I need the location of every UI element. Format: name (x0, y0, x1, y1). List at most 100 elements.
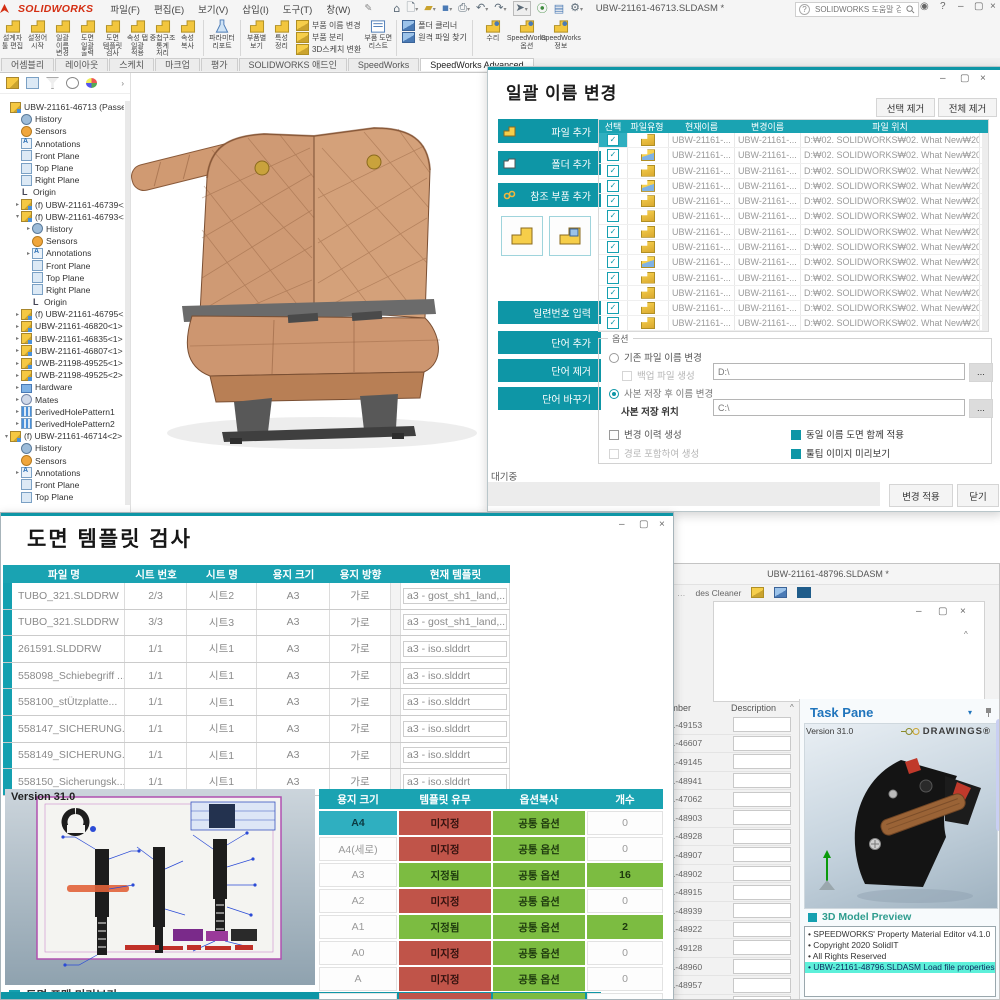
ribbon-tab[interactable]: 레이아웃 (55, 58, 108, 71)
appearances-icon[interactable] (86, 78, 97, 88)
table-row[interactable]: A2 미지정 공통 옵션 0 (319, 889, 663, 913)
description-cell[interactable] (733, 792, 791, 807)
template-status-cell[interactable]: 지정됨 (399, 915, 491, 939)
paper-size-cell[interactable]: A (319, 967, 397, 991)
undo-icon[interactable]: ↶▾ (476, 2, 488, 15)
description-cell[interactable] (733, 959, 791, 974)
configuration-icon[interactable] (46, 77, 59, 89)
mini-scrollbar[interactable] (391, 636, 401, 662)
paper-size-cell[interactable]: A1 (319, 915, 397, 939)
ribbon-button[interactable]: 특성 정리 (269, 19, 294, 50)
close-icon[interactable]: × (960, 606, 966, 617)
tree-item[interactable]: ▸ Annotations (0, 467, 124, 479)
table-row[interactable]: 161-48915 (673, 883, 791, 902)
table-row[interactable]: 161-48902 (673, 865, 791, 884)
table-row[interactable]: ✓ UBW-21161-... UBW-21161-... D:₩02. SOL… (599, 301, 988, 316)
menu-item[interactable]: 도구(T) (276, 2, 320, 16)
table-row[interactable]: TUBO_321.SLDDRW 2/3 시트2 A3 가로 a3 - gost_… (3, 583, 510, 610)
model-preview-area[interactable] (804, 723, 998, 909)
mini-scrollbar[interactable] (391, 689, 401, 715)
maximize-icon[interactable]: ▢ (960, 73, 969, 84)
add-referenced-parts-button[interactable]: 참조 부품 추가 (498, 183, 601, 207)
row-checkbox[interactable]: ✓ (607, 256, 619, 268)
rename-existing-radio[interactable]: 기존 파일 이름 변경 (609, 350, 702, 364)
ribbon-button[interactable]: 도면 일괄 출력 (75, 19, 100, 58)
ribbon-tab[interactable]: 평가 (201, 58, 238, 71)
template-status-cell[interactable]: 미지정 (399, 967, 491, 991)
radio-icon[interactable] (609, 353, 619, 363)
paper-size-cell[interactable]: A0 (319, 941, 397, 965)
ribbon-stack-button[interactable]: 3D스케치 변환 (296, 44, 361, 55)
tree-item[interactable]: Front Plane (0, 259, 124, 271)
tree-item[interactable]: ▸ Hardware (0, 381, 124, 393)
table-row[interactable]: ✓ UBW-21161-... UBW-21161-... D:₩02. SOL… (599, 316, 988, 331)
mini-scrollbar[interactable] (391, 663, 401, 689)
performance-icon[interactable]: ⦿ (537, 3, 548, 14)
close-icon[interactable]: × (659, 519, 665, 530)
table-row[interactable]: ✓ UBW-21161-... UBW-21161-... D:₩02. SOL… (599, 209, 988, 224)
description-cell[interactable] (733, 829, 791, 844)
remove-word-button[interactable]: 단어 제거 (498, 359, 601, 382)
property-manager-icon[interactable] (26, 77, 39, 89)
tree-item[interactable]: ▾ (f) UBW-21161-46714<2> (Arm (0, 430, 124, 442)
expand-arrow-icon[interactable]: ▸ (14, 323, 21, 330)
expand-arrow-icon[interactable]: ▾ (14, 213, 21, 220)
table-row[interactable]: ✓ UBW-21161-... UBW-21161-... D:₩02. SOL… (599, 179, 988, 194)
menu-item[interactable]: 삽입(I) (235, 2, 275, 16)
close-icon[interactable]: × (980, 73, 986, 84)
close-icon[interactable]: × (990, 1, 996, 12)
option-copy-cell[interactable]: 공통 옵션 (493, 837, 585, 861)
description-cell[interactable] (733, 885, 791, 900)
paper-size-cell[interactable]: A(세로) (319, 993, 397, 1000)
tool-icon[interactable] (797, 587, 811, 598)
mini-scrollbar[interactable] (391, 583, 401, 609)
help-search-input[interactable] (813, 4, 903, 15)
table-row[interactable]: 161-48928 (673, 828, 791, 847)
description-cell[interactable] (733, 940, 791, 955)
option-copy-cell[interactable]: 공통 옵션 (493, 941, 585, 965)
include-path-checkbox[interactable]: 경로 포함하여 생성 (609, 446, 699, 460)
minimize-icon[interactable]: – (916, 606, 922, 617)
table-row[interactable]: 161-49128 (673, 939, 791, 958)
table-row[interactable]: ✓ UBW-21161-... UBW-21161-... D:₩02. SOL… (599, 286, 988, 301)
redo-icon[interactable]: ↷▾ (494, 2, 506, 15)
row-checkbox[interactable]: ✓ (607, 210, 619, 222)
mini-scrollbar[interactable] (391, 610, 401, 636)
ribbon-button[interactable]: 속성 탭 일괄 적용 (125, 19, 150, 58)
tree-item[interactable]: Front Plane (0, 150, 124, 162)
expand-arrow-icon[interactable]: ▸ (14, 201, 21, 208)
expand-arrow-icon[interactable]: ▸ (14, 347, 21, 354)
description-cell[interactable] (733, 810, 791, 825)
mini-scrollbar[interactable] (391, 743, 401, 769)
description-cell[interactable] (733, 996, 791, 1000)
menu-item[interactable]: 창(W) (319, 2, 357, 16)
minimize-icon[interactable]: – (619, 519, 625, 530)
table-row[interactable]: 558147_SICHERUNG... 1/1 시트1 A3 가로 a3 - i… (3, 716, 510, 743)
checkbox-icon[interactable] (609, 430, 619, 440)
add-folder-button[interactable]: 폴더 추가 (498, 151, 601, 175)
browse-copy-button[interactable]: ... (969, 399, 993, 418)
table-row[interactable]: ✓ UBW-21161-... UBW-21161-... D:₩02. SOL… (599, 225, 988, 240)
seat-3d-model[interactable] (122, 78, 494, 490)
backup-path-input[interactable]: D:\ (713, 363, 965, 380)
tree-item[interactable]: Top Plane (0, 272, 124, 284)
ribbon-stack-button[interactable]: 부품 이름 변경 (296, 20, 361, 31)
tree-item[interactable]: ▸ UWB-21198-49525<2> (Thu (0, 369, 124, 381)
save-icon[interactable]: ▪▾ (442, 2, 452, 15)
new-file-icon[interactable]: 🗋▾ (406, 2, 418, 15)
table-row[interactable]: 161-48903 (673, 809, 791, 828)
tree-item[interactable]: ▸ DerivedHolePattern2 (0, 418, 124, 430)
table-row[interactable]: 161-49153 (673, 716, 791, 735)
maximize-icon[interactable]: ▢ (938, 606, 947, 617)
table-row[interactable]: 161-49145 (673, 753, 791, 772)
ribbon-button[interactable]: 설정어 시작 (25, 19, 50, 58)
expand-arrow-icon[interactable]: ▸ (14, 469, 21, 476)
expand-arrow-icon[interactable]: ▸ (25, 250, 32, 257)
template-status-cell[interactable]: 지정됨 (399, 863, 491, 887)
row-checkbox[interactable]: ✓ (607, 134, 619, 146)
expand-arrow-icon[interactable]: ▸ (14, 335, 21, 342)
pin-icon[interactable]: ✎ (357, 3, 379, 14)
collapse-icon[interactable]: ^ (964, 630, 968, 639)
row-checkbox[interactable]: ✓ (607, 180, 619, 192)
table-row[interactable]: ✓ UBW-21161-... UBW-21161-... D:₩02. SOL… (599, 270, 988, 285)
